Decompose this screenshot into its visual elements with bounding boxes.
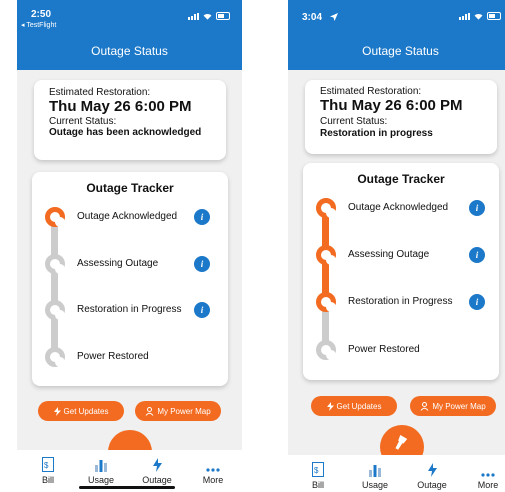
phone-screen-right: 3:04 Outage Status Estimated Restoration… xyxy=(288,0,505,492)
step-label-restored: Power Restored xyxy=(348,344,420,355)
get-updates-button[interactable]: Get Updates xyxy=(38,401,124,421)
status-time: 2:50 xyxy=(31,9,52,20)
info-icon[interactable]: i xyxy=(194,302,210,318)
battery-icon xyxy=(216,12,230,20)
tab-more[interactable]: More xyxy=(185,450,241,485)
tab-usage[interactable]: Usage xyxy=(73,450,129,485)
tab-outage[interactable]: Outage xyxy=(404,455,460,490)
usage-icon xyxy=(95,460,107,472)
system-icons xyxy=(459,12,501,20)
step-label-assessing: Assessing Outage xyxy=(348,249,430,260)
outage-icon xyxy=(152,458,162,472)
system-icons xyxy=(188,12,230,20)
person-icon xyxy=(145,406,154,416)
outage-tracker-card: Outage Tracker Outage Acknowledged i Ass… xyxy=(32,172,228,386)
info-icon[interactable]: i xyxy=(194,256,210,272)
tracker-node-restored xyxy=(45,347,65,367)
status-bar: 3:04 xyxy=(288,0,505,32)
lightning-icon xyxy=(326,401,334,411)
bill-icon: $ xyxy=(42,457,54,472)
wifi-icon xyxy=(203,13,212,20)
tracker-node-assessing xyxy=(316,245,336,265)
tab-label-usage: Usage xyxy=(87,475,114,485)
step-label-restoration: Restoration in Progress xyxy=(77,304,182,315)
power-map-label: My Power Map xyxy=(432,401,486,411)
estimated-restoration-label: Estimated Restoration: xyxy=(49,87,151,98)
tab-label-outage: Outage xyxy=(142,475,172,485)
restoration-datetime: Thu May 26 6:00 PM xyxy=(320,97,463,114)
tab-label-more: More xyxy=(477,480,499,490)
home-indicator xyxy=(79,486,175,489)
tracker-line xyxy=(51,217,58,357)
more-icon xyxy=(206,468,220,472)
tab-outage[interactable]: Outage xyxy=(129,450,185,485)
step-label-restoration: Restoration in Progress xyxy=(348,296,453,307)
step-label-acknowledged: Outage Acknowledged xyxy=(77,211,178,222)
lightning-icon xyxy=(53,406,61,416)
wifi-icon xyxy=(474,13,483,20)
tab-more[interactable]: More xyxy=(460,455,505,490)
svg-text:$: $ xyxy=(44,461,49,470)
tab-bar: $ Bill Usage Outage More xyxy=(288,455,505,492)
get-updates-label: Get Updates xyxy=(63,406,109,416)
current-status-value: Outage has been acknowledged xyxy=(49,127,202,138)
restoration-datetime: Thu May 26 6:00 PM xyxy=(49,98,192,115)
tracker-node-restoration xyxy=(45,300,65,320)
battery-icon xyxy=(487,12,501,20)
info-icon[interactable]: i xyxy=(194,209,210,225)
info-icon[interactable]: i xyxy=(469,247,485,263)
my-power-map-button[interactable]: My Power Map xyxy=(135,401,221,421)
page-title: Outage Status xyxy=(362,44,439,58)
tracker-node-assessing xyxy=(45,254,65,274)
info-icon[interactable]: i xyxy=(469,200,485,216)
outage-icon xyxy=(427,463,437,477)
usage-icon xyxy=(369,465,381,477)
more-icon xyxy=(481,473,495,477)
status-bar: 2:50 ◂ TestFlight xyxy=(17,0,242,32)
cellular-signal-icon xyxy=(188,12,199,20)
current-status-label: Current Status: xyxy=(320,116,388,127)
tracker-title: Outage Tracker xyxy=(86,181,174,195)
tab-label-bill: Bill xyxy=(311,480,324,490)
back-to-testflight-link[interactable]: ◂ TestFlight xyxy=(21,21,56,29)
outage-tracker-card: Outage Tracker Outage Acknowledged i Ass… xyxy=(303,163,499,380)
nav-bar: Outage Status xyxy=(288,32,505,70)
step-label-assessing: Assessing Outage xyxy=(77,258,159,269)
get-updates-button[interactable]: Get Updates xyxy=(311,396,397,416)
bill-icon: $ xyxy=(312,462,324,477)
location-arrow-icon xyxy=(330,13,338,21)
person-icon xyxy=(420,401,429,411)
restoration-info-card: Estimated Restoration: Thu May 26 6:00 P… xyxy=(34,80,226,160)
tab-bill[interactable]: $ Bill xyxy=(20,450,76,485)
restoration-info-card: Estimated Restoration: Thu May 26 6:00 P… xyxy=(305,80,497,154)
page-title: Outage Status xyxy=(91,44,168,58)
step-label-acknowledged: Outage Acknowledged xyxy=(348,202,449,213)
tab-label-more: More xyxy=(202,475,224,485)
info-icon[interactable]: i xyxy=(469,294,485,310)
tracker-node-acknowledged xyxy=(316,198,336,218)
current-status-label: Current Status: xyxy=(49,116,117,127)
tracker-node-restored xyxy=(316,340,336,360)
tab-label-bill: Bill xyxy=(41,475,54,485)
step-label-restored: Power Restored xyxy=(77,351,149,362)
flashlight-icon xyxy=(395,435,408,450)
tracker-title: Outage Tracker xyxy=(357,172,445,186)
estimated-restoration-label: Estimated Restoration: xyxy=(320,86,422,97)
status-time: 3:04 xyxy=(302,12,323,23)
svg-text:$: $ xyxy=(314,466,319,475)
current-status-value: Restoration in progress xyxy=(320,128,433,139)
my-power-map-button[interactable]: My Power Map xyxy=(410,396,496,416)
tab-bill[interactable]: $ Bill xyxy=(290,455,346,490)
nav-bar: Outage Status xyxy=(17,32,242,70)
tab-label-outage: Outage xyxy=(417,480,447,490)
cellular-signal-icon xyxy=(459,12,470,20)
tracker-node-acknowledged xyxy=(45,207,65,227)
tab-usage[interactable]: Usage xyxy=(347,455,403,490)
power-map-label: My Power Map xyxy=(157,406,211,416)
tab-label-usage: Usage xyxy=(361,480,388,490)
phone-screen-left: 2:50 ◂ TestFlight Outage Status Estimate… xyxy=(17,0,242,492)
tracker-node-restoration xyxy=(316,292,336,312)
get-updates-label: Get Updates xyxy=(336,401,382,411)
